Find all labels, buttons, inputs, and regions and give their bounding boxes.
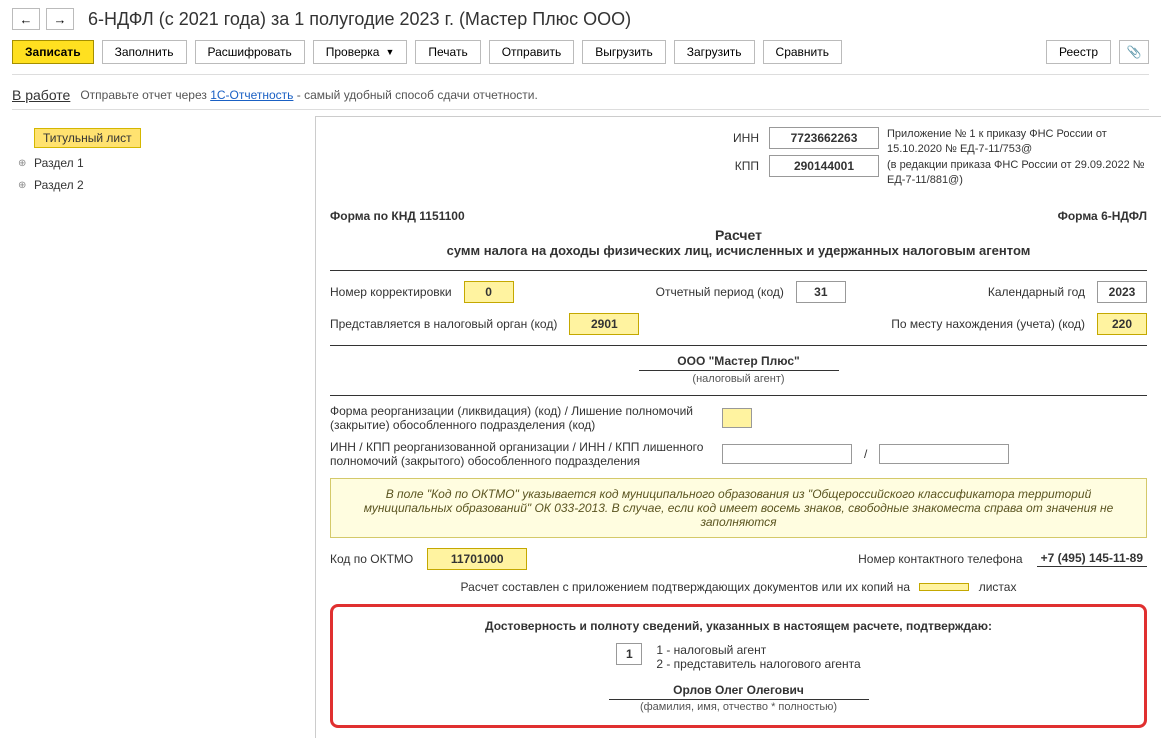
confirm-opt2: 2 - представитель налогового агента <box>656 657 860 671</box>
confirm-opt1: 1 - налоговый агент <box>656 643 860 657</box>
check-label: Проверка <box>326 45 380 59</box>
knd-code: Форма по КНД 1151100 <box>330 209 465 223</box>
send-button[interactable]: Отправить <box>489 40 575 64</box>
status-state[interactable]: В работе <box>12 87 70 103</box>
tree-label: Раздел 1 <box>34 156 84 170</box>
caret-icon: ▼ <box>385 47 394 57</box>
kpp-label: КПП <box>719 159 759 173</box>
org-name: ООО "Мастер Плюс" <box>330 354 1147 368</box>
confirmation-box: Достоверность и полноту сведений, указан… <box>330 604 1147 728</box>
phone-field[interactable]: +7 (495) 145-11-89 <box>1037 551 1147 567</box>
signer-sub: (фамилия, имя, отчество * полностью) <box>609 699 869 713</box>
corr-field[interactable]: 0 <box>464 281 514 303</box>
oktmo-note: В поле "Код по ОКТМО" указывается код му… <box>330 478 1147 538</box>
expand-icon: ⊕ <box>18 180 28 191</box>
slash: / <box>864 447 867 461</box>
decree2: (в редакции приказа ФНС России от 29.09.… <box>887 158 1147 189</box>
expand-icon: ⊕ <box>18 158 28 169</box>
decode-button[interactable]: Расшифровать <box>195 40 305 64</box>
forward-button[interactable]: → <box>46 8 74 30</box>
status-hint-link[interactable]: 1С-Отчетность <box>210 88 293 102</box>
tree-label: Титульный лист <box>34 128 141 148</box>
decree1: Приложение № 1 к приказу ФНС России от 1… <box>887 127 1147 158</box>
check-button[interactable]: Проверка ▼ <box>313 40 408 64</box>
sidebar: Титульный лист ⊕ Раздел 1 ⊕ Раздел 2 <box>0 116 315 738</box>
tree-label: Раздел 2 <box>34 178 84 192</box>
inn-label: ИНН <box>719 131 759 145</box>
sheets-count-field[interactable] <box>919 583 969 591</box>
status-hint: Отправьте отчет через 1С-Отчетность - са… <box>80 88 537 102</box>
print-button[interactable]: Печать <box>415 40 480 64</box>
taxorg-field[interactable]: 2901 <box>569 313 639 335</box>
period-field[interactable]: 31 <box>796 281 846 303</box>
calc-subtitle: сумм налога на доходы физических лиц, ис… <box>330 243 1147 258</box>
form-content: ИНН 7723662263 КПП 290144001 Приложение … <box>315 116 1161 738</box>
signer-name: Орлов Олег Олегович <box>351 683 1126 697</box>
import-button[interactable]: Загрузить <box>674 40 755 64</box>
sheets-text-b: листах <box>979 580 1017 594</box>
confirm-title: Достоверность и полноту сведений, указан… <box>351 619 1126 633</box>
decree-text: Приложение № 1 к приказу ФНС России от 1… <box>887 127 1147 189</box>
reorg-kpp-field[interactable] <box>879 444 1009 464</box>
attach-button[interactable]: 📎 <box>1119 40 1149 64</box>
year-field[interactable]: 2023 <box>1097 281 1147 303</box>
compare-button[interactable]: Сравнить <box>763 40 842 64</box>
confirm-code-field[interactable]: 1 <box>616 643 642 665</box>
place-label: По месту нахождения (учета) (код) <box>891 317 1085 331</box>
phone-label: Номер контактного телефона <box>858 552 1022 566</box>
reorg-inn-label: ИНН / КПП реорганизованной организации /… <box>330 440 710 468</box>
sheets-text-a: Расчет составлен с приложением подтвержд… <box>461 580 910 594</box>
reorg-inn-field[interactable] <box>722 444 852 464</box>
hint-prefix: Отправьте отчет через <box>80 88 210 102</box>
reorg-label: Форма реорганизации (ликвидация) (код) /… <box>330 404 710 432</box>
corr-label: Номер корректировки <box>330 285 452 299</box>
page-title: 6-НДФЛ (с 2021 года) за 1 полугодие 2023… <box>80 9 631 30</box>
paperclip-icon: 📎 <box>1127 45 1142 59</box>
tree-section2[interactable]: ⊕ Раздел 2 <box>10 174 305 196</box>
oktmo-field[interactable]: 11701000 <box>427 548 527 570</box>
tree-title-sheet[interactable]: Титульный лист <box>10 124 305 152</box>
inn-field[interactable]: 7723662263 <box>769 127 879 149</box>
registry-button[interactable]: Реестр <box>1046 40 1111 64</box>
fill-button[interactable]: Заполнить <box>102 40 187 64</box>
taxorg-label: Представляется в налоговый орган (код) <box>330 317 557 331</box>
hint-suffix: - самый удобный способ сдачи отчетности. <box>293 88 537 102</box>
export-button[interactable]: Выгрузить <box>582 40 666 64</box>
back-button[interactable]: ← <box>12 8 40 30</box>
kpp-field[interactable]: 290144001 <box>769 155 879 177</box>
form-name: Форма 6-НДФЛ <box>1058 209 1147 223</box>
org-sub: (налоговый агент) <box>639 370 839 385</box>
save-button[interactable]: Записать <box>12 40 94 64</box>
period-label: Отчетный период (код) <box>656 285 784 299</box>
year-label: Календарный год <box>988 285 1085 299</box>
oktmo-label: Код по ОКТМО <box>330 552 413 566</box>
calc-title: Расчет <box>330 227 1147 243</box>
reorg-code-field[interactable] <box>722 408 752 428</box>
tree-section1[interactable]: ⊕ Раздел 1 <box>10 152 305 174</box>
place-field[interactable]: 220 <box>1097 313 1147 335</box>
sheets-row: Расчет составлен с приложением подтвержд… <box>330 580 1147 594</box>
